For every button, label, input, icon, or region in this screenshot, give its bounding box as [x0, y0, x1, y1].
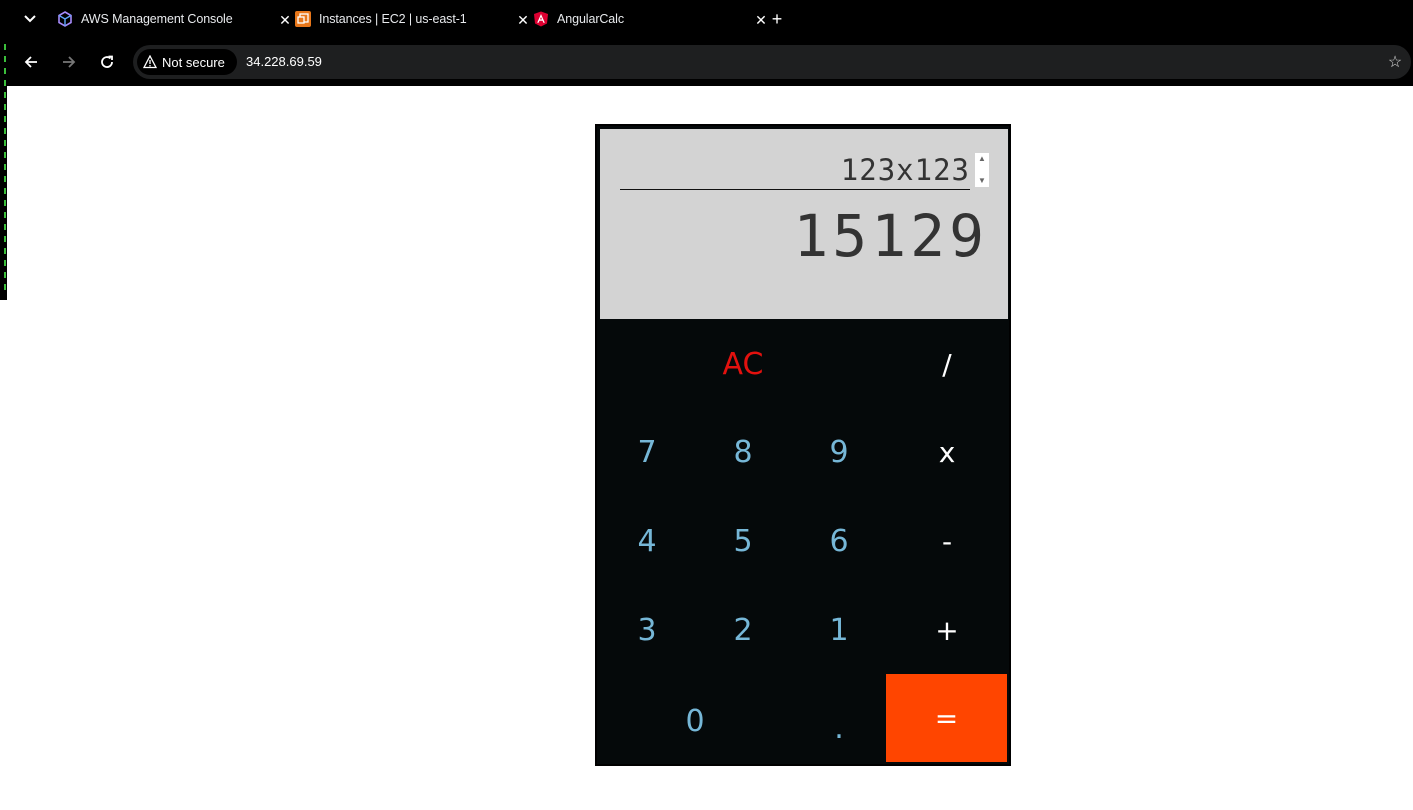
tab-aws-console[interactable]: AWS Management Console ✕: [57, 0, 295, 40]
digit-4-button[interactable]: 4: [599, 497, 695, 586]
aws-cube-icon: [58, 11, 72, 27]
digit-8-button[interactable]: 8: [695, 408, 791, 497]
subtract-button[interactable]: -: [887, 497, 1007, 586]
spin-up-icon[interactable]: ▲: [978, 153, 986, 165]
tab-title: AWS Management Console: [81, 12, 233, 26]
clear-button[interactable]: AC: [695, 320, 791, 408]
digit-0-button[interactable]: 0: [599, 678, 791, 764]
tab-angularcalc[interactable]: AngularCalc ✕: [533, 0, 771, 40]
warning-triangle-icon: [143, 55, 157, 69]
new-tab-plus-icon[interactable]: +: [766, 8, 788, 30]
digit-2-button[interactable]: 2: [695, 586, 791, 674]
digit-9-button[interactable]: 9: [791, 408, 887, 497]
reload-icon[interactable]: [94, 50, 120, 74]
security-label: Not secure: [162, 54, 225, 70]
security-chip[interactable]: Not secure: [137, 49, 237, 75]
bookmark-star-icon[interactable]: ☆: [1385, 52, 1405, 72]
divide-button[interactable]: /: [887, 320, 1007, 408]
tab-ec2-instances[interactable]: Instances | EC2 | us-east-1 ✕: [295, 0, 533, 40]
equals-button[interactable]: =: [886, 674, 1007, 762]
close-icon[interactable]: ✕: [275, 10, 295, 30]
digit-6-button[interactable]: 6: [791, 497, 887, 586]
tab-title: Instances | EC2 | us-east-1: [319, 12, 467, 26]
digit-3-button[interactable]: 3: [599, 586, 695, 674]
decimal-button[interactable]: .: [791, 678, 887, 764]
calculator: 123x123 ▲ ▼ 15129 AC / 7 8 9 x 4 5 6 - 3…: [595, 124, 1011, 766]
multiply-button[interactable]: x: [887, 408, 1007, 497]
angular-icon: [534, 11, 548, 27]
digit-1-button[interactable]: 1: [791, 586, 887, 674]
digit-5-button[interactable]: 5: [695, 497, 791, 586]
digit-7-button[interactable]: 7: [599, 408, 695, 497]
url-text[interactable]: 34.228.69.59: [246, 54, 322, 69]
calculator-display: 123x123 ▲ ▼ 15129: [600, 129, 1008, 319]
tab-title: AngularCalc: [557, 12, 624, 26]
close-icon[interactable]: ✕: [513, 10, 533, 30]
expression-input[interactable]: 123x123: [620, 151, 970, 190]
spin-down-icon[interactable]: ▼: [978, 175, 986, 187]
ec2-icon: [295, 11, 311, 27]
tab-strip: AWS Management Console ✕ Instances | EC2…: [0, 0, 1413, 40]
add-button[interactable]: +: [887, 586, 1007, 674]
address-bar[interactable]: [133, 45, 1411, 79]
left-edge-strip: [0, 40, 7, 300]
forward-arrow-icon[interactable]: [56, 50, 82, 74]
number-spinner[interactable]: ▲ ▼: [975, 153, 989, 187]
result-display: 15129: [793, 202, 988, 270]
tab-search-chevron-icon[interactable]: [16, 6, 44, 32]
back-arrow-icon[interactable]: [18, 50, 44, 74]
